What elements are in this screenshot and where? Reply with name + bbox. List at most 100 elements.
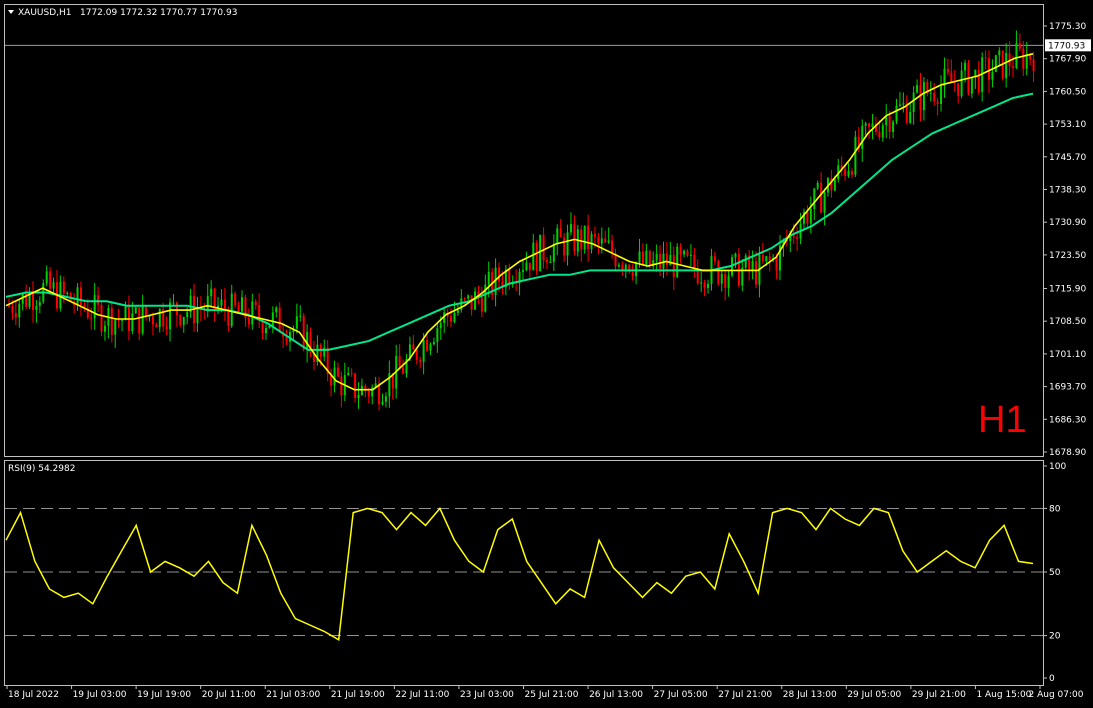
candle <box>1022 40 1025 76</box>
rsi-tick-label: 50 <box>1049 568 1061 578</box>
chart-canvas[interactable]: 1775.30 1767.90 1760.50 1753.10 1745.70 1738.… <box>0 0 1093 708</box>
candle <box>631 264 634 281</box>
candle <box>617 262 620 269</box>
candle <box>49 267 52 291</box>
candle <box>21 292 24 311</box>
candle <box>751 250 754 280</box>
candle <box>203 302 206 320</box>
candle <box>446 308 449 327</box>
candle <box>138 307 141 341</box>
time-tick-label: 28 Jul 13:00 <box>783 690 837 700</box>
candle <box>844 165 847 181</box>
price-tick-label: 1767.90 <box>1049 55 1086 65</box>
candle <box>31 281 34 323</box>
symbol-menu-triangle-icon[interactable] <box>8 10 14 14</box>
candle <box>429 342 432 356</box>
candle <box>443 307 446 333</box>
candle <box>114 319 117 348</box>
candle <box>741 259 744 292</box>
candle <box>532 234 535 271</box>
candle <box>470 295 473 316</box>
candle <box>378 377 381 411</box>
candle <box>265 322 267 340</box>
price-tick-label: 1708.50 <box>1049 317 1086 327</box>
price-tick-label: 1775.30 <box>1049 22 1086 32</box>
candle <box>76 283 79 311</box>
candle <box>141 294 144 336</box>
candle <box>371 384 374 405</box>
candle <box>919 72 922 122</box>
candle <box>189 288 192 318</box>
candle <box>864 121 867 136</box>
candle <box>703 279 706 297</box>
rsi-tick-label: 20 <box>1049 632 1061 642</box>
price-plot-area[interactable] <box>5 30 1043 411</box>
candle <box>103 320 106 341</box>
symbol-label: XAUUSD,H1 <box>18 8 72 18</box>
rsi-line <box>5 507 1034 642</box>
candle <box>984 50 987 70</box>
candle <box>583 225 586 254</box>
ohlc-readout: 1772.09 1772.32 1770.77 1770.93 <box>80 8 237 18</box>
candle <box>1032 51 1035 82</box>
candle <box>929 81 932 102</box>
candle <box>426 335 429 352</box>
candle <box>275 306 278 318</box>
candle <box>549 255 552 263</box>
candle <box>840 156 843 177</box>
candle <box>97 286 100 313</box>
candle <box>336 362 339 378</box>
price-tick-label: 1760.50 <box>1049 87 1086 97</box>
candle <box>419 356 422 369</box>
candle <box>55 269 58 312</box>
candle <box>436 323 439 353</box>
candle <box>600 227 603 254</box>
candle <box>230 284 233 328</box>
candle <box>734 252 737 269</box>
candle <box>686 248 689 258</box>
candle <box>213 287 216 322</box>
candle <box>1008 41 1011 77</box>
candle <box>241 290 244 313</box>
time-tick-label: 27 Jul 05:00 <box>654 690 708 700</box>
candle <box>292 325 295 341</box>
candle <box>552 234 555 272</box>
candle <box>384 392 387 408</box>
candle <box>309 327 312 358</box>
candle <box>641 243 644 267</box>
candle <box>717 259 720 287</box>
candle <box>347 366 350 377</box>
candle <box>299 305 302 322</box>
candle <box>569 212 572 236</box>
candle <box>28 287 31 310</box>
candle <box>940 75 943 112</box>
candle <box>580 225 583 262</box>
main-panel-frame <box>4 4 1044 457</box>
candle <box>922 77 925 121</box>
candle <box>182 316 185 333</box>
candle <box>511 275 514 288</box>
candle <box>693 247 696 278</box>
candle <box>628 263 631 275</box>
candle <box>515 269 518 292</box>
candle <box>66 291 69 297</box>
candle <box>621 261 624 276</box>
candle <box>354 372 357 403</box>
candle <box>148 315 151 322</box>
time-tick-label: 29 Jul 21:00 <box>912 690 966 700</box>
candle <box>432 337 435 346</box>
candle <box>18 300 21 328</box>
candle <box>402 359 405 375</box>
rsi-plot-area[interactable] <box>5 507 1043 642</box>
candle <box>343 362 346 401</box>
price-axis: 1775.30 1767.90 1760.50 1753.10 1745.70 1738.… <box>1043 22 1091 458</box>
chart-window[interactable]: 1775.30 1767.90 1760.50 1753.10 1745.70 1738.… <box>0 0 1093 708</box>
candle <box>545 257 548 269</box>
candle <box>525 251 528 272</box>
candle <box>206 284 209 318</box>
candle <box>121 318 124 332</box>
candle <box>1025 41 1028 75</box>
candle <box>398 343 401 369</box>
price-tick-label: 1678.90 <box>1049 448 1086 458</box>
current-price-label: 1770.93 <box>1048 41 1085 51</box>
